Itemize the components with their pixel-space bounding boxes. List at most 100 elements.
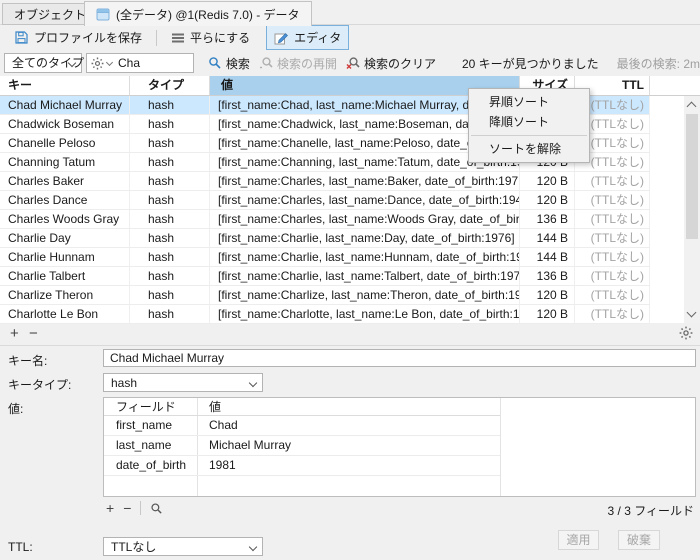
menu-item[interactable]: 昇順ソート — [469, 92, 589, 112]
cell-cs[interactable]: 144 B — [520, 248, 575, 266]
menu-item[interactable]: ソートを解除 — [469, 139, 589, 159]
cell-ct[interactable]: hash — [130, 229, 210, 247]
field-value-cell[interactable]: 1981 — [197, 456, 236, 475]
add-key-button[interactable]: + — [10, 324, 19, 344]
table-row[interactable]: Charles Bakerhash[first_name:Charles, la… — [0, 172, 650, 191]
cell-cv[interactable]: [first_name:Charles, last_name:Baker, da… — [210, 172, 520, 190]
table-row[interactable]: Charlie Dayhash[first_name:Charlie, last… — [0, 229, 650, 248]
cell-ck[interactable]: Charles Baker — [0, 172, 130, 190]
cell-ct[interactable]: hash — [130, 172, 210, 190]
remove-key-button[interactable]: − — [29, 324, 38, 344]
field-row[interactable]: first_nameChad — [104, 416, 500, 436]
cell-ck[interactable]: Charlie Hunnam — [0, 248, 130, 266]
cell-cttl[interactable]: (TTLなし) — [575, 248, 650, 266]
field-value-cell[interactable]: Michael Murray — [197, 436, 291, 455]
cell-cs[interactable]: 136 B — [520, 267, 575, 285]
vertical-scrollbar[interactable] — [684, 96, 700, 323]
cell-cttl[interactable]: (TTLなし) — [575, 286, 650, 304]
field-row[interactable]: last_nameMichael Murray — [104, 436, 500, 456]
scrollbar-thumb[interactable] — [686, 114, 698, 239]
editor-toggle-button[interactable]: エディタ — [266, 25, 349, 50]
key-name-input[interactable]: Chad Michael Murray — [103, 349, 696, 367]
scroll-up-arrow-icon[interactable] — [687, 102, 697, 112]
cell-ck[interactable]: Chad Michael Murray — [0, 96, 130, 114]
ttl-select[interactable]: TTLなし — [103, 537, 263, 556]
tab-data-active[interactable]: (全データ) @1(Redis 7.0) - データ — [84, 1, 312, 26]
cell-cs[interactable]: 120 B — [520, 191, 575, 209]
table-row[interactable]: Charlie Talberthash[first_name:Charlie, … — [0, 267, 650, 286]
cell-cs[interactable]: 136 B — [520, 210, 575, 228]
column-header-key[interactable]: キー — [0, 76, 130, 95]
cell-cv[interactable]: [first_name:Charles, last_name:Woods Gra… — [210, 210, 520, 228]
apply-button[interactable]: 適用 — [558, 530, 599, 550]
key-type-select[interactable]: hash — [103, 373, 263, 392]
search-button[interactable]: 検索 — [208, 55, 250, 72]
cell-ct[interactable]: hash — [130, 286, 210, 304]
cell-ct[interactable]: hash — [130, 267, 210, 285]
table-row[interactable]: Charles Dancehash[first_name:Charles, la… — [0, 191, 650, 210]
field-name-cell[interactable]: last_name — [104, 436, 197, 455]
field-name-cell[interactable]: first_name — [104, 416, 197, 435]
cell-ck[interactable]: Charles Woods Gray — [0, 210, 130, 228]
table-row[interactable]: Charlotte Le Bonhash[first_name:Charlott… — [0, 305, 650, 324]
cell-ct[interactable]: hash — [130, 191, 210, 209]
clear-search-button[interactable]: 検索のクリア — [346, 55, 436, 72]
table-row[interactable]: Charles Woods Grayhash[first_name:Charle… — [0, 210, 650, 229]
cell-cv[interactable]: [first_name:Charles, last_name:Dance, da… — [210, 191, 520, 209]
cell-cv[interactable]: [first_name:Charlize, last_name:Theron, … — [210, 286, 520, 304]
field-value-cell[interactable]: Chad — [197, 416, 238, 435]
cell-ck[interactable]: Chadwick Boseman — [0, 115, 130, 133]
cell-ck[interactable]: Chanelle Peloso — [0, 134, 130, 152]
cell-ck[interactable]: Charlie Talbert — [0, 267, 130, 285]
add-field-button[interactable]: + — [106, 500, 114, 516]
cell-cs[interactable]: 120 B — [520, 172, 575, 190]
cell-ct[interactable]: hash — [130, 153, 210, 171]
cell-ct[interactable]: hash — [130, 248, 210, 266]
fields-column-value[interactable]: 値 — [197, 398, 221, 415]
cell-cttl[interactable]: (TTLなし) — [575, 305, 650, 323]
cell-ck[interactable]: Charlie Day — [0, 229, 130, 247]
search-options-gear-icon — [91, 57, 104, 70]
cell-cv[interactable]: [first_name:Charlie, last_name:Day, date… — [210, 229, 520, 247]
cell-ck[interactable]: Charlotte Le Bon — [0, 305, 130, 323]
cell-cttl[interactable]: (TTLなし) — [575, 172, 650, 190]
type-filter-select[interactable]: 全てのタイプ — [4, 53, 82, 73]
cell-ct[interactable]: hash — [130, 305, 210, 323]
cell-ct[interactable]: hash — [130, 96, 210, 114]
cell-ct[interactable]: hash — [130, 134, 210, 152]
search-input[interactable]: Cha — [86, 53, 194, 73]
resume-search-button[interactable]: 検索の再開 — [259, 55, 337, 72]
scroll-down-arrow-icon[interactable] — [687, 308, 697, 318]
last-search-text: 最後の検索: 2m — [617, 55, 700, 72]
field-name-cell[interactable]: date_of_birth — [104, 456, 197, 475]
cell-cttl[interactable]: (TTLなし) — [575, 191, 650, 209]
find-field-magnifier-icon[interactable] — [150, 502, 163, 515]
cell-cs[interactable]: 120 B — [520, 286, 575, 304]
cell-cttl[interactable]: (TTLなし) — [575, 267, 650, 285]
resume-search-magnifier-icon — [259, 56, 273, 70]
save-profile-button[interactable]: プロファイルを保存 — [6, 25, 150, 50]
table-settings-gear-icon[interactable] — [679, 326, 693, 340]
cell-cv[interactable]: [first_name:Charlie, last_name:Hunnam, d… — [210, 248, 520, 266]
cell-cttl[interactable]: (TTLなし) — [575, 229, 650, 247]
flatten-button[interactable]: 平らにする — [163, 25, 258, 50]
cell-cs[interactable]: 120 B — [520, 305, 575, 323]
cell-cttl[interactable]: (TTLなし) — [575, 210, 650, 228]
cell-cv[interactable]: [first_name:Charlotte, last_name:Le Bon,… — [210, 305, 520, 323]
cell-ct[interactable]: hash — [130, 115, 210, 133]
cell-ck[interactable]: Channing Tatum — [0, 153, 130, 171]
remove-field-button[interactable]: − — [123, 500, 131, 516]
cell-cv[interactable]: [first_name:Charlie, last_name:Talbert, … — [210, 267, 520, 285]
fields-column-field[interactable]: フィールド — [104, 398, 197, 415]
table-row[interactable]: Charlie Hunnamhash[first_name:Charlie, l… — [0, 248, 650, 267]
menu-item[interactable]: 降順ソート — [469, 112, 589, 132]
cell-cs[interactable]: 144 B — [520, 229, 575, 247]
field-row[interactable]: date_of_birth1981 — [104, 456, 500, 476]
cell-ck[interactable]: Charles Dance — [0, 191, 130, 209]
cell-ct[interactable]: hash — [130, 210, 210, 228]
cell-ck[interactable]: Charlize Theron — [0, 286, 130, 304]
table-header: キー タイプ 値 サイズ TTL — [0, 76, 700, 96]
column-header-type[interactable]: タイプ — [130, 76, 210, 95]
discard-button[interactable]: 破棄 — [618, 530, 660, 550]
table-row[interactable]: Charlize Theronhash[first_name:Charlize,… — [0, 286, 650, 305]
